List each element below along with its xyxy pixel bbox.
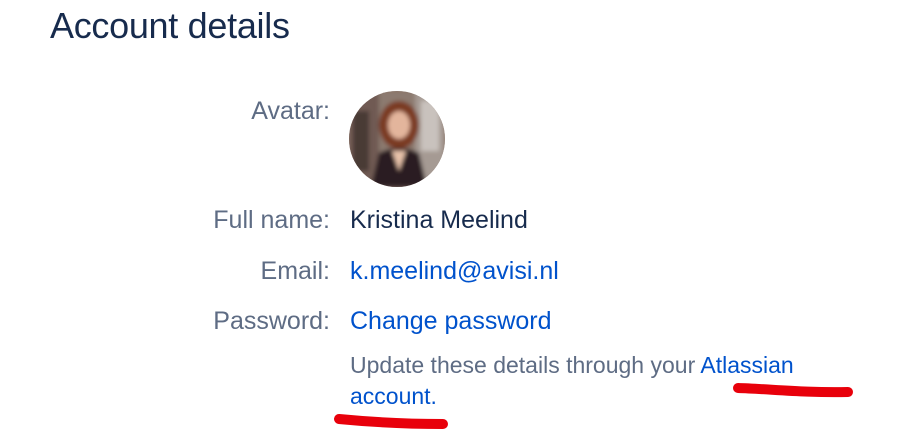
change-password-link[interactable]: Change password: [350, 305, 552, 337]
update-details-note: Update these details through your Atlass…: [350, 350, 870, 412]
avatar-label: Avatar:: [251, 97, 330, 125]
avatar-image: [349, 91, 445, 187]
password-label: Password:: [213, 307, 330, 335]
full-name-label: Full name:: [213, 206, 330, 234]
note-text: Update these details through your: [350, 352, 701, 378]
email-link[interactable]: k.meelind@avisi.nl: [350, 255, 559, 287]
email-label: Email:: [260, 257, 330, 285]
page-title: Account details: [50, 5, 290, 46]
underline-mark-account: [334, 414, 448, 429]
avatar[interactable]: [349, 91, 445, 187]
full-name-value: Kristina Meelind: [350, 206, 528, 234]
